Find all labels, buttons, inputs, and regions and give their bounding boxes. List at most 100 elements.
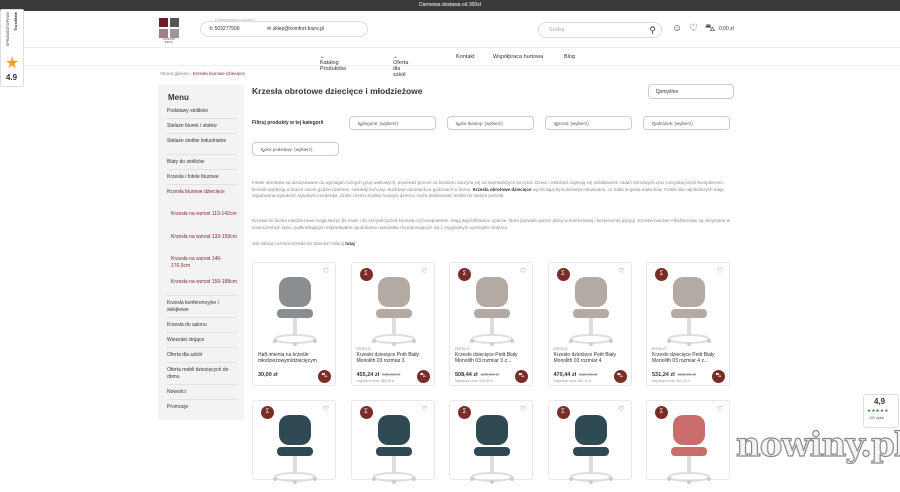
wishlist-heart-icon[interactable]: ♡ <box>520 406 526 414</box>
filter-footrest[interactable]: Podnóżek: (wybierz) ⌄ <box>643 116 730 130</box>
sidebar-subitem[interactable]: Krzesła na wzrost 159-188cm <box>171 279 237 286</box>
nav-item-catalog[interactable]: Katalog Produktów ⌄ <box>320 54 346 72</box>
product-image[interactable] <box>456 271 528 349</box>
product-card[interactable]: ♡ Haft imienia na krześle młodzieżowym/dz… <box>252 262 336 386</box>
product-image[interactable] <box>555 271 627 349</box>
sidebar-item[interactable]: Blaty do stolików <box>167 159 239 166</box>
divider <box>167 332 237 333</box>
sidebar-item[interactable]: Promocje <box>167 404 239 411</box>
product-name[interactable]: Krzesło dziecięce Petit Biały Monolith 0… <box>554 352 628 364</box>
product-image[interactable] <box>358 271 430 349</box>
sort-select[interactable]: Domyślne ⌄ <box>648 84 734 99</box>
product-image[interactable] <box>653 409 725 487</box>
logo[interactable]: KOMFORT BIURO <box>159 18 179 44</box>
product-brand: ENTELO <box>455 347 470 351</box>
filter-fabric-color[interactable]: Kolor tkaniny: (wybierz) ⌄ <box>447 116 534 130</box>
contact-box: ✆ 503277506 ✉ sklep@komfort-biuro.pl <box>200 21 368 37</box>
product-image[interactable] <box>259 271 331 349</box>
sidebar-item[interactable]: Oferta mebli dziecięcych do domu <box>167 367 239 381</box>
cart-total[interactable]: 0,00 zł <box>719 26 734 32</box>
wishlist-heart-icon[interactable]: ♡ <box>421 406 427 414</box>
sidebar-subitem[interactable]: Krzesła na wzrost 133-159cm <box>171 234 237 241</box>
size-guide-text: Jak dobrać rozmiar krzesła do dziecka? K… <box>252 241 736 248</box>
product-image[interactable] <box>259 409 331 487</box>
divider <box>167 184 237 185</box>
sidebar-item[interactable]: Krzesła do salonu <box>167 322 239 329</box>
lowest-price: Najniższa cena: 562,76 zł <box>652 379 690 383</box>
product-card[interactable]: Σ ♡ ENTELO Krzesło dziecięce Petit Biały Mo… <box>350 262 435 386</box>
wishlist-heart-icon[interactable]: ♡ <box>717 406 723 414</box>
nav-item-contact[interactable]: Kontakt <box>456 54 475 60</box>
wishlist-heart-icon[interactable]: ♡ <box>323 268 329 276</box>
search-icon[interactable]: ⚲ <box>649 25 656 35</box>
add-to-cart-icon[interactable]: ⛍ <box>318 370 331 383</box>
old-price: 535,58 zł <box>382 372 401 377</box>
current-price: 508,44 zł <box>455 372 478 378</box>
sidebar-subitem[interactable]: Krzesła na wzrost 119-142cm <box>171 211 237 218</box>
product-card[interactable]: Σ ♡ <box>350 400 435 484</box>
filter-height[interactable]: Wzrost: (wybierz) ⌄ <box>545 116 632 130</box>
filter-label: Filtruj produkty w tej kategorii <box>252 120 324 126</box>
star-icon: ★ <box>5 55 20 72</box>
main-nav: Katalog Produktów ⌄ Oferta dla szkół ⌄ K… <box>0 48 900 78</box>
add-to-cart-icon[interactable]: ⛍ <box>712 370 725 383</box>
product-name[interactable]: Krzesło dziecięce Petit Biały Monolith 0… <box>357 352 431 364</box>
sidebar-item[interactable]: Krzesła konferencyjne i sklejkowe <box>167 300 239 314</box>
wishlist-icon[interactable]: ♡ <box>689 24 698 34</box>
product-image[interactable] <box>456 409 528 487</box>
sidebar-item[interactable]: Nowości <box>167 389 239 396</box>
description-bold: Krzesła obrotowe dziecięce <box>472 186 532 192</box>
product-card[interactable]: Σ ♡ <box>449 400 533 484</box>
category-description: Fotele obrotowe są dostosowane do wymaga… <box>252 180 736 200</box>
add-to-cart-icon[interactable]: ⛍ <box>515 370 528 383</box>
nav-item-schools[interactable]: Oferta dla szkół ⌄ <box>393 54 408 78</box>
brand-logo-icon: Σ <box>655 406 668 419</box>
product-image[interactable] <box>358 409 430 487</box>
sidebar-item[interactable]: Stelaże biurek i stołów <box>167 123 239 130</box>
trustmate-badge[interactable]: SPRAWDŹ OPINIE TrustMate ★ 4.9 <box>0 9 24 87</box>
product-card[interactable]: Σ ♡ <box>547 400 632 484</box>
email-link[interactable]: ✉ sklep@komfort-biuro.pl <box>267 26 324 32</box>
sidebar-item[interactable]: Wieszaki stojące <box>167 337 239 344</box>
wishlist-heart-icon[interactable]: ♡ <box>520 268 526 276</box>
nav-item-blog[interactable]: Blog <box>564 54 575 60</box>
breadcrumb-home[interactable]: Strona główna <box>160 71 189 76</box>
brand-logo-icon: Σ <box>359 268 373 281</box>
product-image[interactable] <box>555 409 627 487</box>
wishlist-heart-icon[interactable]: ♡ <box>618 268 624 276</box>
product-card[interactable]: Σ ♡ ENTELO Krzesło dziecięce Petit Biały Mo… <box>646 262 730 386</box>
product-card[interactable]: Σ ♡ <box>252 400 336 484</box>
cart-icon[interactable]: ⛍ <box>705 24 715 34</box>
sidebar-item[interactable]: Podstawy stolików <box>167 108 239 115</box>
sidebar-item[interactable]: Stelaże stołów industrialne <box>167 138 239 145</box>
wishlist-heart-icon[interactable]: ♡ <box>323 406 329 414</box>
wishlist-heart-icon[interactable]: ♡ <box>421 268 427 276</box>
wishlist-heart-icon[interactable]: ♡ <box>717 268 723 276</box>
add-to-cart-icon[interactable]: ⛍ <box>416 370 430 383</box>
product-brand: ENTELO <box>553 347 568 351</box>
filter-base-color[interactable]: Kolor podstawy: (wybierz) ⌄ <box>252 142 339 156</box>
wishlist-heart-icon[interactable]: ♡ <box>618 406 624 414</box>
product-image[interactable] <box>653 271 725 349</box>
product-card[interactable]: Σ ♡ <box>646 400 730 484</box>
product-card[interactable]: Σ ♡ ENTELO Krzesło dziecięce Petit Biały Mo… <box>547 262 632 386</box>
nav-item-wholesale[interactable]: Współpraca hurtowa <box>493 54 543 60</box>
sidebar-item[interactable]: Oferta dla szkół <box>167 352 239 359</box>
sidebar-subitem[interactable]: Krzesła na wzrost 146-176,5cm <box>171 256 237 270</box>
sidebar-item[interactable]: Krzesła i fotele biurowe <box>167 174 239 181</box>
chevron-down-icon: ⌄ <box>358 122 364 128</box>
user-icon[interactable]: ☺ <box>672 24 682 34</box>
product-card[interactable]: Σ ♡ ENTELO Krzesło dziecięce Petit Biały Mo… <box>449 262 533 386</box>
product-name[interactable]: Krzesło dziecięce Petit Biały Monolith 0… <box>455 352 529 364</box>
chevron-down-icon: ⌄ <box>456 122 462 128</box>
search-input[interactable]: Szukaj ⚲ <box>538 22 662 38</box>
badge-rating: 4.9 <box>6 73 18 82</box>
filter-category[interactable]: Kategorie: (wybierz) ⌄ <box>349 116 436 130</box>
product-name[interactable]: Krzesło dziecięce Petit Biały Monolith 0… <box>652 352 726 364</box>
add-to-cart-icon[interactable]: ⛍ <box>613 370 627 383</box>
size-guide-link[interactable]: tutaj <box>345 241 355 246</box>
lowest-price: Najniższa cena: 486,28 zł <box>356 379 395 383</box>
sidebar-item-active[interactable]: Krzesła biurowe dziecięce <box>167 189 239 196</box>
phone-link[interactable]: ✆ 503277506 <box>209 26 240 32</box>
product-name[interactable]: Haft imienia na krześle młodzieżowym/dzi… <box>258 352 332 364</box>
